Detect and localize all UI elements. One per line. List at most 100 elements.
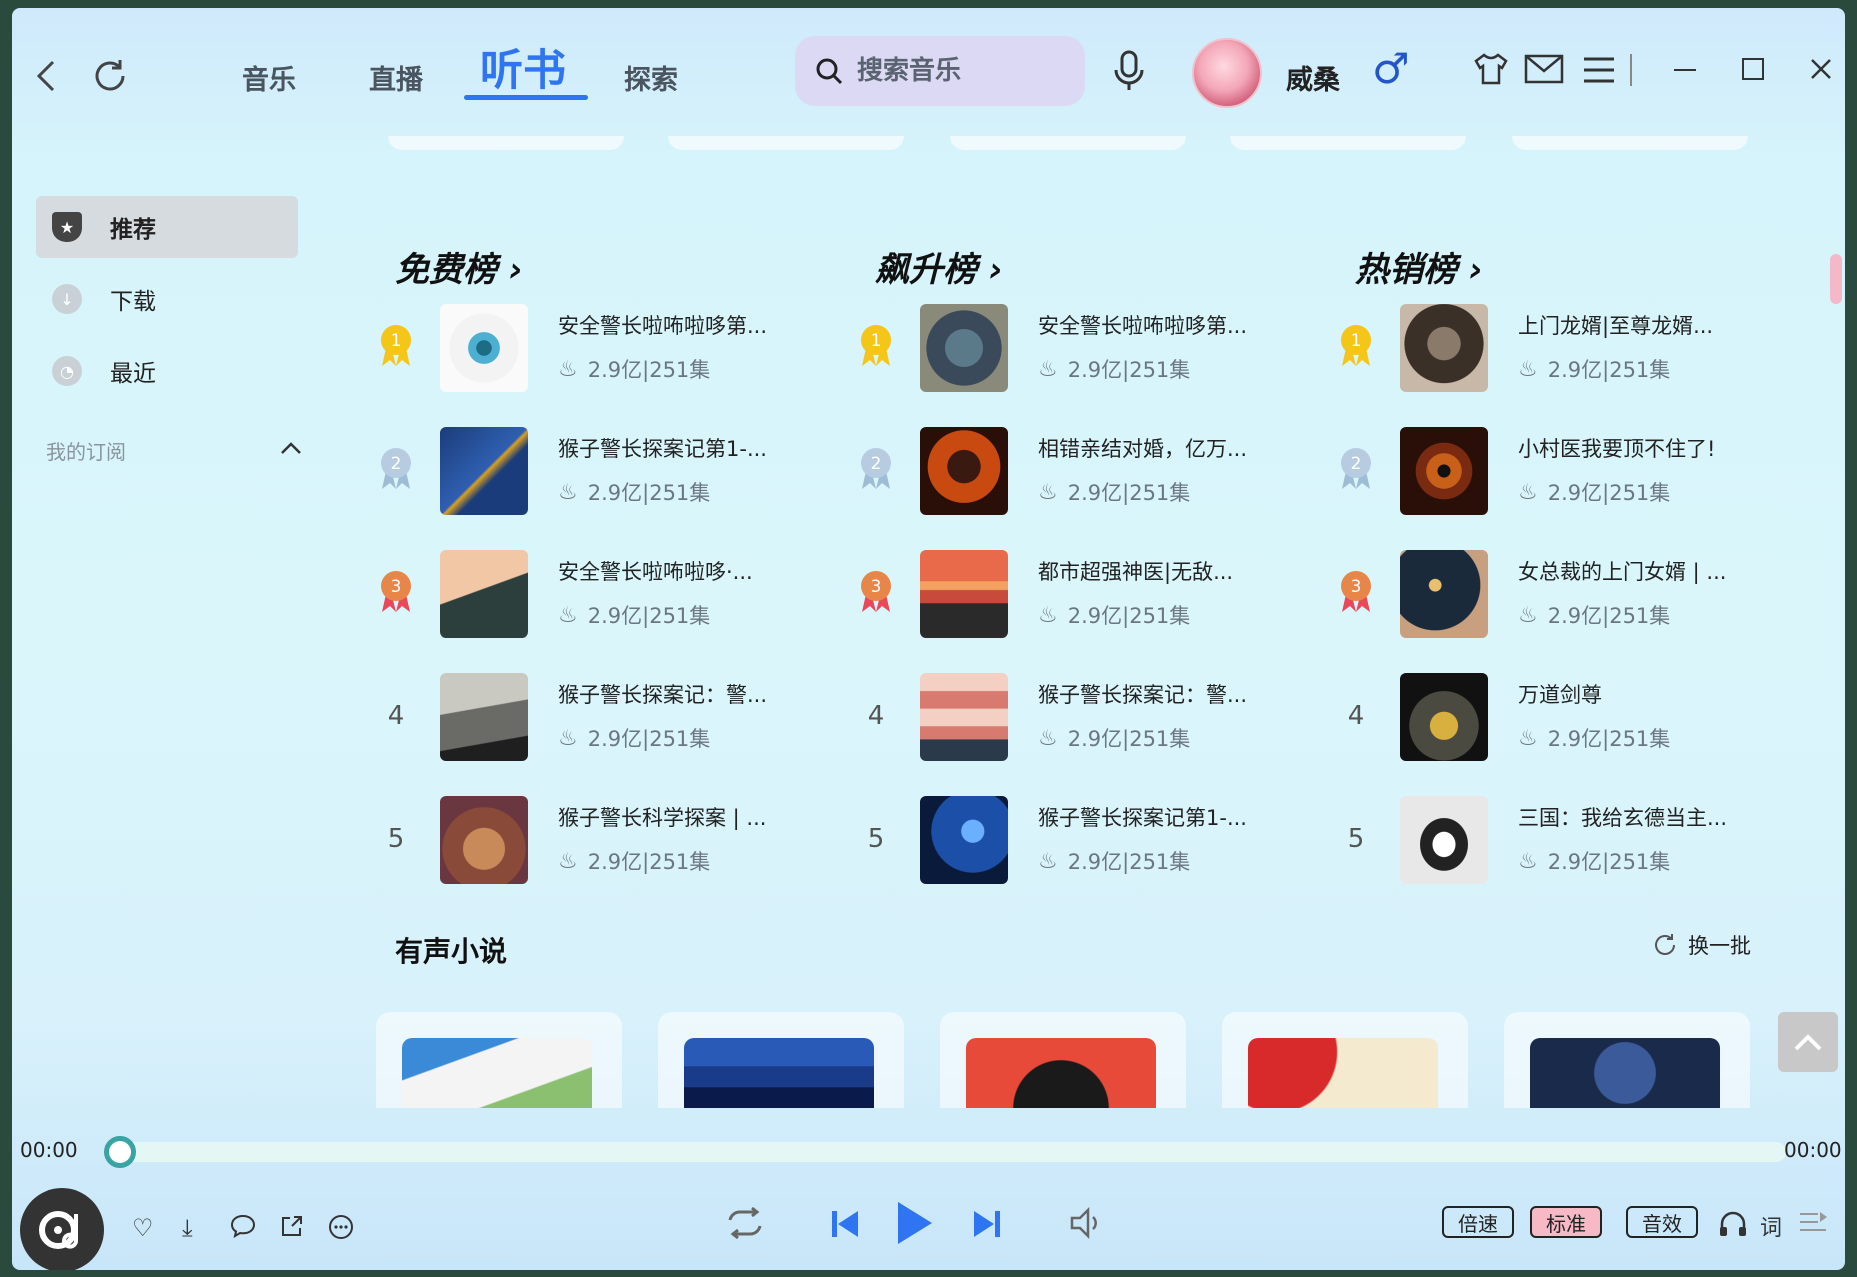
username[interactable]: 威桑 — [1286, 58, 1340, 97]
ranking-row[interactable]: 3 安全警长啦咘啦哆·... ♨ 2.9亿|251集 — [378, 550, 818, 673]
book-title[interactable]: 女总裁的上门女婿 | ... — [1518, 556, 1726, 586]
headphones-icon[interactable] — [1718, 1210, 1748, 1244]
book-title[interactable]: 万道剑尊 — [1518, 679, 1602, 709]
sidebar-item-download[interactable]: ↓ 下载 — [36, 268, 298, 330]
book-cover[interactable] — [920, 304, 1008, 392]
comment-icon[interactable] — [230, 1214, 256, 1244]
book-title[interactable]: 猴子警长探案记：警... — [558, 679, 767, 709]
book-title[interactable]: 猴子警长科学探案 | ... — [558, 802, 766, 832]
tab-explore[interactable]: 探索 — [624, 58, 678, 97]
book-title[interactable]: 都市超强神医|无敌... — [1038, 556, 1233, 586]
ranking-title[interactable]: 飙升榜 › — [858, 242, 1298, 290]
book-title[interactable]: 猴子警长探案记第1-... — [1038, 802, 1247, 832]
book-title[interactable]: 安全警长啦咘啦哆第... — [558, 310, 767, 340]
book-title[interactable]: 安全警长啦咘啦哆第... — [1038, 310, 1247, 340]
book-title[interactable]: 相错亲结对婚，亿万... — [1038, 433, 1247, 463]
progress-knob[interactable] — [104, 1136, 136, 1168]
book-cover[interactable] — [920, 673, 1008, 761]
search-input[interactable] — [857, 56, 1077, 86]
sidebar-item-recent[interactable]: ◔ 最近 — [36, 340, 298, 402]
book-cover[interactable] — [920, 550, 1008, 638]
avatar[interactable] — [1192, 38, 1262, 108]
playlist-icon[interactable] — [1798, 1210, 1828, 1242]
novel-card[interactable] — [940, 1012, 1186, 1108]
minimize-icon[interactable] — [1674, 68, 1696, 72]
bronze-medal-icon: 3 — [381, 571, 411, 612]
ranking-row[interactable]: 3 女总裁的上门女婿 | ... ♨ 2.9亿|251集 — [1338, 550, 1778, 673]
ranking-title[interactable]: 免费榜 › — [378, 242, 818, 290]
skin-shirt-icon[interactable] — [1472, 52, 1510, 86]
tab-music[interactable]: 音乐 — [242, 58, 296, 97]
more-icon[interactable] — [328, 1214, 354, 1246]
book-title[interactable]: 上门龙婿|至尊龙婿... — [1518, 310, 1713, 340]
maximize-icon[interactable] — [1742, 58, 1764, 80]
close-icon[interactable] — [1810, 58, 1832, 80]
repeat-icon[interactable] — [724, 1206, 766, 1244]
share-icon[interactable] — [280, 1214, 304, 1244]
refresh-batch-button[interactable]: 换一批 — [1652, 930, 1751, 960]
menu-icon[interactable] — [1582, 56, 1616, 84]
ranking-row[interactable]: 5 猴子警长科学探案 | ... ♨ 2.9亿|251集 — [378, 796, 818, 919]
book-title[interactable]: 猴子警长探案记第1-... — [558, 433, 767, 463]
ranking-row[interactable]: 1 安全警长啦咘啦哆第... ♨ 2.9亿|251集 — [378, 304, 818, 427]
now-playing-disc[interactable] — [20, 1188, 104, 1270]
sound-effect-button[interactable]: 音效 — [1626, 1206, 1698, 1238]
ranking-row[interactable]: 5 猴子警长探案记第1-... ♨ 2.9亿|251集 — [858, 796, 1298, 919]
back-arrow-icon[interactable] — [26, 56, 66, 96]
refresh-icon[interactable] — [90, 56, 130, 96]
quality-button[interactable]: 标准 — [1530, 1206, 1602, 1238]
progress-bar[interactable] — [104, 1136, 1786, 1168]
ranking-row[interactable]: 5 三国：我给玄德当主... ♨ 2.9亿|251集 — [1338, 796, 1778, 919]
book-meta: ♨ 2.9亿|251集 — [1038, 479, 1191, 506]
ranking-row[interactable]: 1 上门龙婿|至尊龙婿... ♨ 2.9亿|251集 — [1338, 304, 1778, 427]
book-title[interactable]: 小村医我要顶不住了! — [1518, 433, 1715, 463]
novel-card[interactable] — [376, 1012, 622, 1108]
ranking-row[interactable]: 4 猴子警长探案记：警... ♨ 2.9亿|251集 — [858, 673, 1298, 796]
ranking-row[interactable]: 2 猴子警长探案记第1-... ♨ 2.9亿|251集 — [378, 427, 818, 550]
download-icon[interactable]: ⤓ — [182, 1214, 193, 1242]
ranking-title[interactable]: 热销榜 › — [1338, 242, 1778, 290]
play-icon[interactable] — [892, 1198, 936, 1252]
book-cover[interactable] — [920, 427, 1008, 515]
book-cover[interactable] — [440, 673, 528, 761]
book-cover[interactable] — [440, 304, 528, 392]
book-title[interactable]: 猴子警长探案记：警... — [1038, 679, 1247, 709]
mail-icon[interactable] — [1524, 54, 1564, 84]
book-cover[interactable] — [1400, 673, 1488, 761]
chevron-up-icon[interactable] — [280, 436, 302, 465]
speed-button[interactable]: 倍速 — [1442, 1206, 1514, 1238]
ranking-row[interactable]: 3 都市超强神医|无敌... ♨ 2.9亿|251集 — [858, 550, 1298, 673]
lyrics-button[interactable]: 词 — [1760, 1210, 1782, 1242]
subscriptions-header[interactable]: 我的订阅 — [46, 436, 302, 465]
back-to-top-button[interactable] — [1778, 1012, 1838, 1072]
book-cover[interactable] — [1400, 427, 1488, 515]
book-cover[interactable] — [440, 550, 528, 638]
book-title[interactable]: 安全警长啦咘啦哆·... — [558, 556, 753, 586]
book-cover[interactable] — [440, 427, 528, 515]
volume-icon[interactable] — [1068, 1206, 1104, 1244]
scrollbar-thumb[interactable] — [1830, 254, 1842, 304]
ranking-row[interactable]: 2 相错亲结对婚，亿万... ♨ 2.9亿|251集 — [858, 427, 1298, 550]
next-icon[interactable] — [972, 1208, 1002, 1244]
book-cover[interactable] — [440, 796, 528, 884]
sidebar-item-recommend[interactable]: ★ 推荐 — [36, 196, 298, 258]
svg-text:1: 1 — [1351, 331, 1362, 351]
heart-icon[interactable]: ♡ — [132, 1214, 154, 1242]
book-cover[interactable] — [1400, 796, 1488, 884]
novel-card[interactable] — [658, 1012, 904, 1108]
novel-card[interactable] — [1222, 1012, 1468, 1108]
search-box[interactable] — [795, 36, 1085, 106]
novel-card[interactable] — [1504, 1012, 1750, 1108]
book-cover[interactable] — [1400, 550, 1488, 638]
book-cover[interactable] — [920, 796, 1008, 884]
tab-audiobook[interactable]: 听书 — [480, 36, 566, 98]
book-title[interactable]: 三国：我给玄德当主... — [1518, 802, 1727, 832]
tab-live[interactable]: 直播 — [369, 58, 423, 97]
ranking-row[interactable]: 4 万道剑尊 ♨ 2.9亿|251集 — [1338, 673, 1778, 796]
ranking-row[interactable]: 4 猴子警长探案记：警... ♨ 2.9亿|251集 — [378, 673, 818, 796]
previous-icon[interactable] — [830, 1208, 860, 1244]
ranking-row[interactable]: 1 安全警长啦咘啦哆第... ♨ 2.9亿|251集 — [858, 304, 1298, 427]
ranking-row[interactable]: 2 小村医我要顶不住了! ♨ 2.9亿|251集 — [1338, 427, 1778, 550]
book-cover[interactable] — [1400, 304, 1488, 392]
voice-search-icon[interactable] — [1110, 48, 1148, 94]
